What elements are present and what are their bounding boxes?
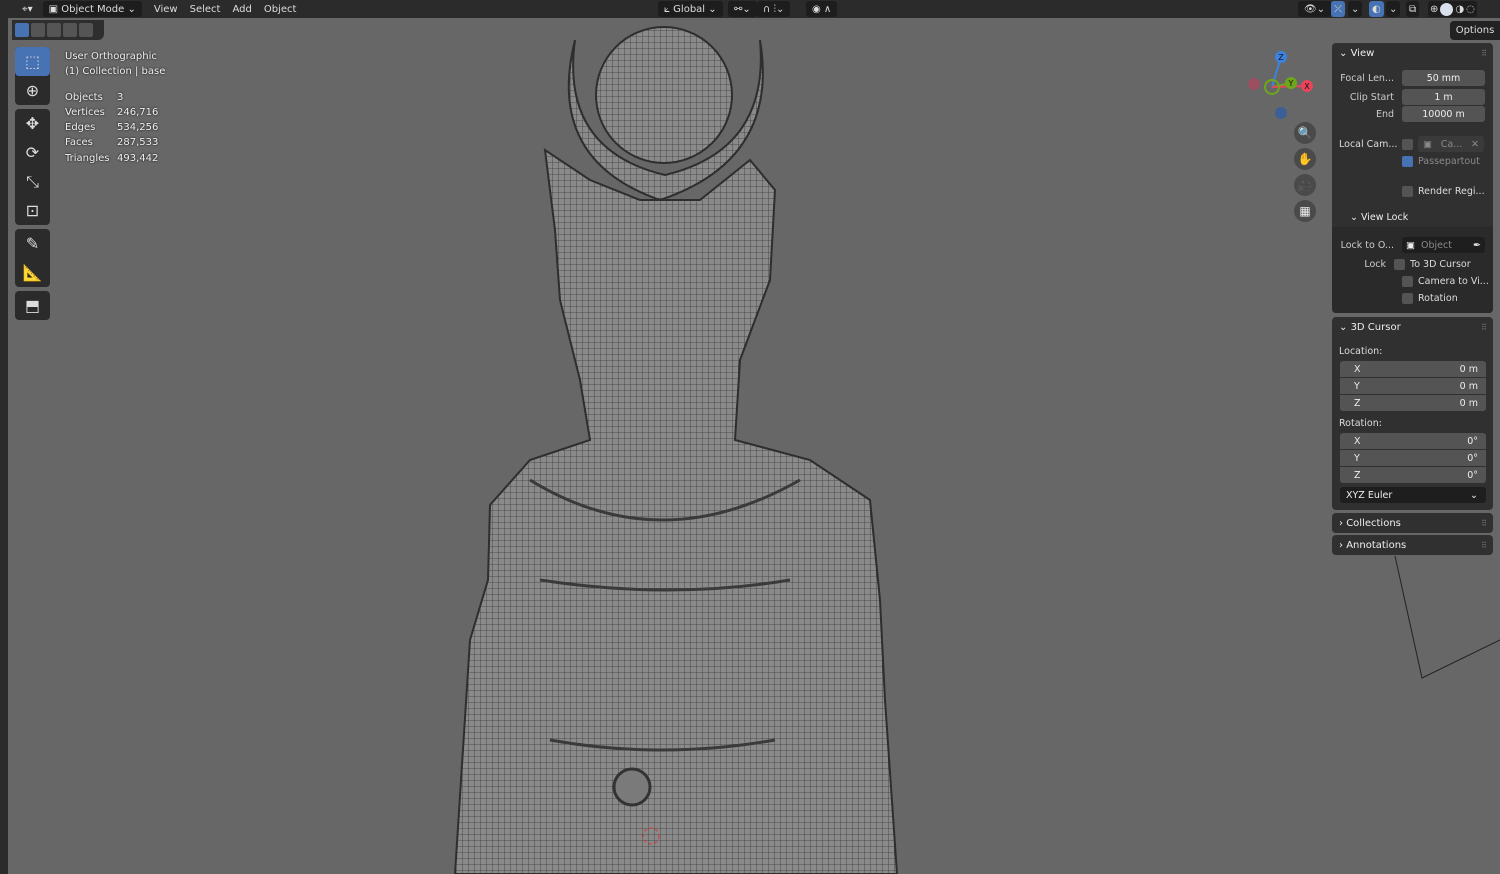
gizmo-x-label: X <box>1304 82 1310 91</box>
lock-to-cursor-label: To 3D Cursor <box>1410 259 1471 270</box>
render-region-checkbox[interactable] <box>1402 186 1413 197</box>
clip-start-label: Clip Start <box>1349 91 1394 103</box>
local-camera-label: Local Cam... <box>1339 138 1398 150</box>
annotations-panel[interactable]: › Annotations ⠿ <box>1332 535 1493 555</box>
focal-length-field[interactable]: 50 mm <box>1402 70 1485 86</box>
cursor-rotation-x[interactable]: X 0° <box>1340 433 1486 449</box>
view-name: User Orthographic <box>65 51 157 62</box>
perspective-toggle-button[interactable]: ▦ <box>1294 200 1316 222</box>
gizmo-z-label: Z <box>1278 53 1284 62</box>
options-button[interactable]: Options <box>1450 21 1500 40</box>
camera-icon: 🎥 <box>1297 178 1313 192</box>
clip-end-label: End <box>1375 108 1394 120</box>
focal-length-label: Focal Len... <box>1340 72 1394 84</box>
gizmo-y-label: Y <box>1288 79 1294 88</box>
lock-to-object-field[interactable]: ▣ Object ✒ <box>1402 237 1485 253</box>
cursor-rotation-y[interactable]: Y 0° <box>1340 450 1486 466</box>
local-camera-field[interactable]: ▣ Ca... ✕ <box>1418 136 1484 152</box>
passepartout-checkbox[interactable] <box>1402 156 1413 167</box>
camera-outline <box>1394 555 1500 679</box>
local-camera-checkbox[interactable] <box>1402 138 1413 150</box>
stat-value: 534,256 <box>117 122 159 134</box>
sculpture-mesh[interactable] <box>0 0 1500 874</box>
scene-statistics: Objects 3 Vertices 246,716 Edges 534,256 Fa… <box>65 90 165 166</box>
axis-label: X <box>1354 363 1361 375</box>
axis-value: 0° <box>1467 435 1478 447</box>
cursor-location-y[interactable]: Y 0 m <box>1340 378 1486 394</box>
camera-object-icon: ▣ <box>1423 138 1432 150</box>
rotation-label: Rotation: <box>1339 418 1382 429</box>
viewport-info-overlay: User Orthographic (1) Collection | base … <box>65 49 165 166</box>
view-lock-title: View Lock <box>1360 212 1409 223</box>
view-panel: ⌄ View ⠿ Focal Len... 50 mm Clip Start 1 m … <box>1332 43 1493 313</box>
panel-title: View <box>1350 47 1375 59</box>
drag-handle-icon[interactable]: ⠿ <box>1481 541 1487 550</box>
collection-name: (1) Collection | base <box>65 66 166 78</box>
lock-rotation-checkbox[interactable] <box>1402 293 1413 304</box>
clip-end-field[interactable]: 10000 m <box>1402 106 1485 122</box>
stat-label: Edges <box>65 122 96 134</box>
axis-label: Z <box>1354 397 1361 409</box>
render-region-label: Render Regi... <box>1418 186 1485 197</box>
panel-title: Collections <box>1346 517 1401 529</box>
camera-to-view-label: Camera to Vi... <box>1418 276 1489 287</box>
lock-rotation-label: Rotation <box>1418 293 1458 304</box>
stat-value: 246,716 <box>117 106 159 118</box>
axis-value: 0 m <box>1459 363 1478 375</box>
3d-cursor-panel-header[interactable]: ⌄ 3D Cursor ⠿ <box>1332 317 1493 337</box>
lock-to-object-value: Object <box>1420 239 1452 251</box>
chevron-down-icon: ⌄ <box>1470 489 1478 501</box>
lock-to-object-label: Lock to O... <box>1340 239 1394 251</box>
view-lock-subpanel-header[interactable]: ⌄ View Lock <box>1350 212 1408 223</box>
collections-panel[interactable]: › Collections ⠿ <box>1332 513 1493 533</box>
navigation-gizmo[interactable]: Z Y X <box>1246 50 1316 120</box>
axis-value: 0° <box>1467 452 1478 464</box>
zoom-icon: 🔍 <box>1297 126 1313 140</box>
stat-value: 287,533 <box>117 137 159 149</box>
lock-label: Lock <box>1364 259 1386 270</box>
hand-icon: ✋ <box>1297 152 1313 166</box>
stat-value: 493,442 <box>117 152 159 164</box>
axis-value: 0° <box>1467 469 1478 481</box>
axis-label: Y <box>1354 380 1360 392</box>
lock-to-cursor-checkbox[interactable] <box>1394 259 1405 270</box>
axis-label: Z <box>1354 469 1361 481</box>
camera-to-view-checkbox[interactable] <box>1402 276 1413 287</box>
object-icon: ▣ <box>1406 239 1415 251</box>
rotation-mode-dropdown[interactable]: XYZ Euler ⌄ <box>1340 487 1486 503</box>
axis-value: 0 m <box>1459 380 1478 392</box>
zoom-button[interactable]: 🔍 <box>1294 122 1316 144</box>
location-label: Location: <box>1339 346 1383 357</box>
passepartout-label: Passepartout <box>1418 156 1480 167</box>
drag-handle-icon[interactable]: ⠿ <box>1481 49 1487 58</box>
view-panel-header[interactable]: ⌄ View ⠿ <box>1332 43 1493 63</box>
stat-label: Faces <box>65 137 93 149</box>
clear-icon[interactable]: ✕ <box>1471 139 1479 150</box>
stat-value: 3 <box>117 91 124 103</box>
eyedropper-icon[interactable]: ✒ <box>1473 240 1481 251</box>
cursor-rotation-z[interactable]: Z 0° <box>1340 467 1486 483</box>
axis-label: X <box>1354 435 1361 447</box>
cursor-location-x[interactable]: X 0 m <box>1340 361 1486 377</box>
drag-handle-icon[interactable]: ⠿ <box>1481 323 1487 332</box>
axis-value: 0 m <box>1459 397 1478 409</box>
panel-title: Annotations <box>1346 539 1407 551</box>
grid-icon: ▦ <box>1299 204 1311 218</box>
pan-button[interactable]: ✋ <box>1294 148 1316 170</box>
clip-start-field[interactable]: 1 m <box>1402 89 1485 105</box>
stat-label: Vertices <box>65 106 105 118</box>
stat-label: Triangles <box>65 152 110 164</box>
axis-label: Y <box>1354 452 1360 464</box>
3d-cursor-panel: ⌄ 3D Cursor ⠿ Location: X 0 m Y 0 m Z 0 m Ro… <box>1332 317 1493 510</box>
panel-title: 3D Cursor <box>1350 321 1401 333</box>
cursor-location-z[interactable]: Z 0 m <box>1340 395 1486 411</box>
rotation-mode-value: XYZ Euler <box>1346 489 1393 501</box>
camera-view-button[interactable]: 🎥 <box>1294 174 1316 196</box>
drag-handle-icon[interactable]: ⠿ <box>1481 519 1487 528</box>
stat-label: Objects <box>65 91 103 103</box>
local-camera-value: Ca... <box>1440 138 1463 150</box>
